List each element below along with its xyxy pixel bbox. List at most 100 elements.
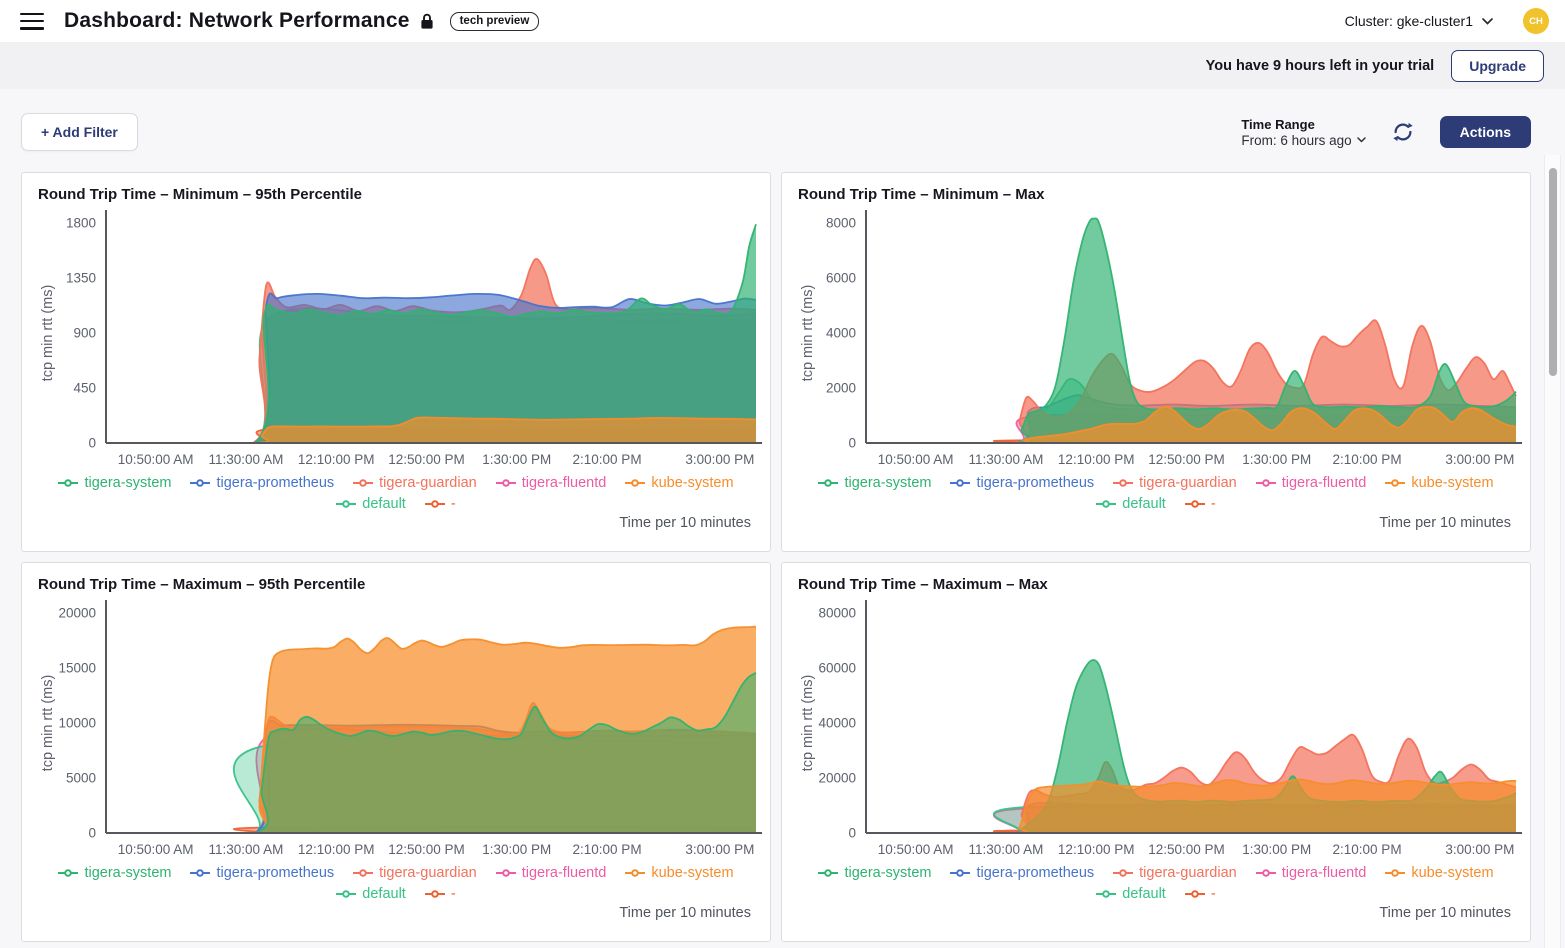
series-marker-icon: [58, 478, 78, 488]
legend-item-kube-system[interactable]: kube-system: [625, 863, 733, 883]
legend-label: -: [1211, 884, 1216, 904]
svg-text:20000: 20000: [818, 771, 856, 786]
legend-item-tigera-prometheus[interactable]: tigera-prometheus: [190, 863, 334, 883]
cluster-selector[interactable]: Cluster: gke-cluster1: [1345, 13, 1493, 29]
series-marker-icon: [1096, 889, 1116, 899]
legend-item-kube-system[interactable]: kube-system: [1385, 473, 1493, 493]
legend-item--[interactable]: -: [1185, 494, 1216, 514]
series-marker-icon: [1256, 868, 1276, 878]
area-series-kube-system: [866, 779, 1516, 833]
chart-area: 0200040006000800010:50:00 AM11:30:00 AM1…: [782, 207, 1530, 473]
svg-text:2:10:00 PM: 2:10:00 PM: [573, 842, 642, 857]
svg-text:20000: 20000: [58, 606, 96, 621]
series-marker-icon: [818, 868, 838, 878]
legend-item--[interactable]: -: [425, 884, 456, 904]
chart-area: 0500010000150002000010:50:00 AM11:30:00 …: [22, 597, 770, 863]
series-marker-icon: [336, 889, 356, 899]
legend-item-tigera-guardian[interactable]: tigera-guardian: [1113, 473, 1237, 493]
legend-item-tigera-system[interactable]: tigera-system: [818, 473, 931, 493]
actions-button[interactable]: Actions: [1440, 116, 1531, 148]
chart-footer: Time per 10 minutes: [782, 515, 1530, 531]
svg-text:10:50:00 AM: 10:50:00 AM: [118, 842, 194, 857]
legend-item-tigera-fluentd[interactable]: tigera-fluentd: [496, 863, 607, 883]
legend-label: tigera-system: [844, 473, 931, 493]
legend-label: tigera-fluentd: [522, 473, 607, 493]
chart-card-rtt-max-max: Round Trip Time – Maximum – Max 02000040…: [781, 562, 1531, 942]
svg-text:3:00:00 PM: 3:00:00 PM: [685, 452, 754, 467]
legend-label: -: [451, 494, 456, 514]
legend-label: tigera-prometheus: [976, 863, 1094, 883]
chart-card-rtt-min-max: Round Trip Time – Minimum – Max 02000400…: [781, 172, 1531, 552]
legend-item-tigera-fluentd[interactable]: tigera-fluentd: [496, 473, 607, 493]
legend-label: kube-system: [651, 473, 733, 493]
series-marker-icon: [1185, 889, 1205, 899]
legend-label: tigera-guardian: [379, 473, 477, 493]
legend-item-default[interactable]: default: [1096, 494, 1166, 514]
svg-text:8000: 8000: [826, 216, 856, 231]
chart-footer: Time per 10 minutes: [782, 905, 1530, 921]
svg-text:3:00:00 PM: 3:00:00 PM: [1445, 452, 1514, 467]
legend-item-default[interactable]: default: [336, 494, 406, 514]
legend-item--[interactable]: -: [1185, 884, 1216, 904]
legend-label: default: [362, 494, 406, 514]
time-range-selector[interactable]: From: 6 hours ago: [1241, 133, 1365, 148]
series-marker-icon: [425, 499, 445, 509]
legend-item-tigera-fluentd[interactable]: tigera-fluentd: [1256, 863, 1367, 883]
chevron-down-icon: [1482, 18, 1493, 25]
series-marker-icon: [1385, 478, 1405, 488]
add-filter-button[interactable]: + Add Filter: [21, 113, 138, 151]
legend-item-tigera-fluentd[interactable]: tigera-fluentd: [1256, 473, 1367, 493]
chart-canvas: 0200040006000800010:50:00 AM11:30:00 AM1…: [782, 207, 1530, 473]
legend-item-kube-system[interactable]: kube-system: [1385, 863, 1493, 883]
legend-item-kube-system[interactable]: kube-system: [625, 473, 733, 493]
series-marker-icon: [496, 868, 516, 878]
legend-item-default[interactable]: default: [1096, 884, 1166, 904]
chart-card-rtt-max-95th: Round Trip Time – Maximum – 95th Percent…: [21, 562, 771, 942]
scrollbar-track[interactable]: [1544, 155, 1561, 948]
svg-text:15000: 15000: [58, 661, 96, 676]
legend-label: tigera-fluentd: [522, 863, 607, 883]
svg-text:3:00:00 PM: 3:00:00 PM: [1445, 842, 1514, 857]
menu-icon[interactable]: [20, 13, 44, 30]
series-marker-icon: [425, 889, 445, 899]
svg-text:1:30:00 PM: 1:30:00 PM: [1242, 452, 1311, 467]
trial-banner: You have 9 hours left in your trial Upgr…: [0, 42, 1565, 89]
legend-item-tigera-system[interactable]: tigera-system: [58, 863, 171, 883]
svg-text:12:10:00 PM: 12:10:00 PM: [1058, 452, 1135, 467]
chart-title: Round Trip Time – Maximum – 95th Percent…: [38, 576, 754, 593]
svg-text:2:10:00 PM: 2:10:00 PM: [1333, 842, 1402, 857]
svg-text:tcp min rtt (ms): tcp min rtt (ms): [800, 675, 816, 772]
legend-label: tigera-guardian: [1139, 863, 1237, 883]
time-range-title: Time Range: [1241, 117, 1365, 132]
legend-item--[interactable]: -: [425, 494, 456, 514]
legend-item-tigera-guardian[interactable]: tigera-guardian: [1113, 863, 1237, 883]
svg-text:tcp min rtt (ms): tcp min rtt (ms): [40, 675, 56, 772]
legend-label: kube-system: [1411, 473, 1493, 493]
svg-text:10000: 10000: [58, 716, 96, 731]
legend-item-tigera-guardian[interactable]: tigera-guardian: [353, 473, 477, 493]
legend-label: tigera-guardian: [379, 863, 477, 883]
svg-text:12:10:00 PM: 12:10:00 PM: [298, 452, 375, 467]
series-marker-icon: [190, 478, 210, 488]
legend-label: kube-system: [651, 863, 733, 883]
legend-item-tigera-prometheus[interactable]: tigera-prometheus: [950, 863, 1094, 883]
chart-legend: tigera-system tigera-prometheus tigera-gua…: [46, 473, 746, 514]
legend-label: tigera-system: [84, 473, 171, 493]
legend-item-tigera-prometheus[interactable]: tigera-prometheus: [190, 473, 334, 493]
refresh-icon: [1392, 121, 1414, 143]
scrollbar-thumb[interactable]: [1549, 168, 1557, 376]
chart-legend: tigera-system tigera-prometheus tigera-gua…: [806, 863, 1506, 904]
legend-label: tigera-system: [844, 863, 931, 883]
legend-item-tigera-system[interactable]: tigera-system: [818, 863, 931, 883]
main-content: + Add Filter Time Range From: 6 hours ag…: [0, 89, 1565, 942]
legend-item-tigera-system[interactable]: tigera-system: [58, 473, 171, 493]
avatar[interactable]: CH: [1523, 8, 1549, 34]
legend-item-default[interactable]: default: [336, 884, 406, 904]
legend-item-tigera-guardian[interactable]: tigera-guardian: [353, 863, 477, 883]
svg-text:1:30:00 PM: 1:30:00 PM: [482, 842, 551, 857]
legend-item-tigera-prometheus[interactable]: tigera-prometheus: [950, 473, 1094, 493]
legend-label: default: [1122, 884, 1166, 904]
legend-label: tigera-system: [84, 863, 171, 883]
upgrade-button[interactable]: Upgrade: [1451, 50, 1544, 82]
refresh-button[interactable]: [1390, 119, 1416, 145]
